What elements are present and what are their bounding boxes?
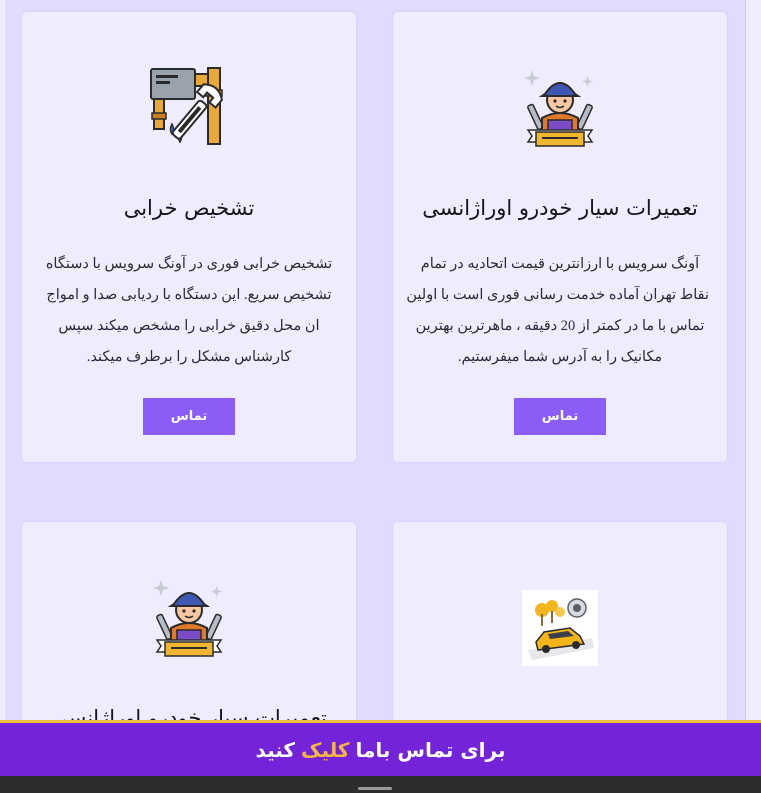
contact-cta-bar[interactable]: برای تماس باما کلیک کنید [0,720,761,776]
service-card-towing [393,522,727,732]
card-text-line: مکانیک را به آدرس شما میفرستیم. [457,349,663,365]
card-text-line: آونگ سرویس با ارزانترین قیمت اتحادیه در … [420,256,700,272]
yellow-car-icon [522,590,598,666]
card-text-line: تشخیص سریع. این دستگاه با ردیابی صدا و ا… [46,287,332,303]
bottom-navigation-strip [0,776,761,793]
call-button[interactable]: تماس [514,398,606,435]
card-text-line: ان محل دقیق خرابی را مشخص میکند سپس [58,318,320,334]
mechanic-icon [520,66,600,148]
card-text-line: کارشناس مشکل را برطرف میکند. [86,349,292,365]
service-card-diagnosis: تشخیص خرابی تشخیص خرابی فوری در آونگ سرو… [22,12,356,462]
call-button[interactable]: تماس [143,398,235,435]
card-text-line: تشخیص خرابی فوری در آونگ سرویس با دستگاه [45,256,333,272]
card-text-line: تماس با ما در کمتر از 20 دقیقه ، ماهرتری… [415,318,705,334]
home-indicator[interactable] [358,787,392,790]
pipe-wrench-icon [150,66,228,146]
card-description: تشخیص خرابی فوری در آونگ سرویس با دستگاه… [40,249,338,373]
card-description: آونگ سرویس با ارزانترین قیمت اتحادیه در … [406,249,709,373]
cta-text: برای تماس باما [355,737,506,762]
page-edge-left [0,0,5,720]
card-title: تعمیرات سیار خودرو اوراژانسی [422,196,698,220]
card-text-line: نقاط تهران آماده خدمت رسانی فوری است با … [406,287,709,303]
card-title: تشخیص خرابی [123,196,255,220]
cta-highlight: کلیک [301,737,350,762]
cta-text-end: کنید [255,737,296,762]
mechanic-icon [149,576,229,658]
service-card-mobile-repair: تعمیرات سیار خودرو اوراژانسی آونگ سرویس … [393,12,727,462]
service-card-mobile-repair-2: تعمیرات سیار خودرو اوراژانسی [22,522,356,732]
page-edge-right [745,0,761,720]
